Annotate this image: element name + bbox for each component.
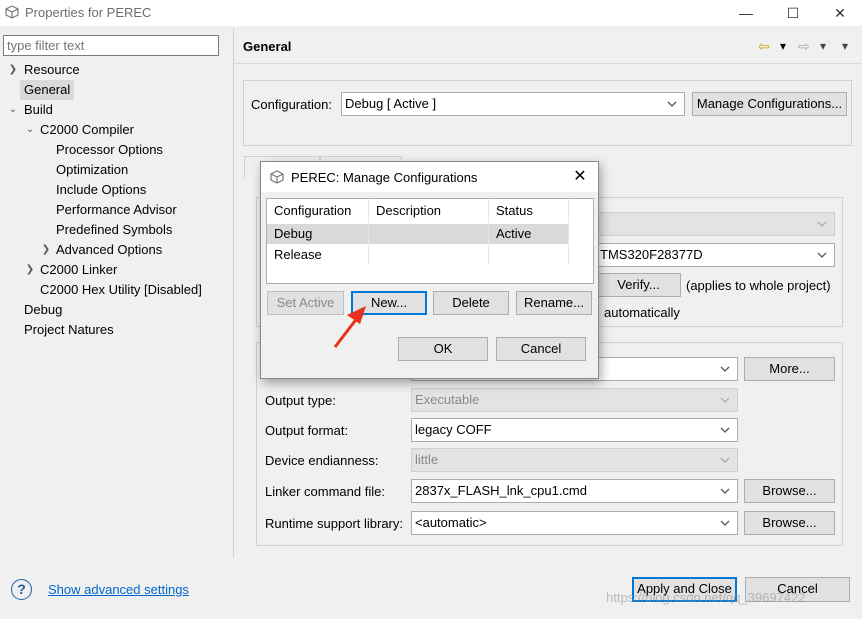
forward-arrow-icon[interactable]: ⇨ (798, 38, 810, 54)
set-active-button[interactable]: Set Active (267, 291, 344, 315)
minimize-button[interactable]: — (726, 2, 766, 24)
forward-dropdown-icon[interactable]: ▾ (820, 38, 826, 54)
table-row[interactable]: Debug Active (267, 224, 569, 244)
output-type-value: Executable (415, 392, 480, 407)
chevron-down-icon (720, 520, 730, 526)
chevron-right-icon[interactable]: ❯ (8, 60, 18, 80)
maximize-button[interactable]: ☐ (773, 2, 813, 24)
chevron-down-icon (720, 488, 730, 494)
tree-item-build[interactable]: Build (24, 100, 53, 120)
configuration-value: Debug [ Active ] (345, 96, 437, 111)
window-title: Properties for PEREC (25, 5, 152, 20)
verify-button[interactable]: Verify... (596, 273, 681, 297)
dialog-title: PEREC: Manage Configurations (291, 170, 478, 185)
chevron-down-icon[interactable]: ⌄ (8, 100, 18, 120)
chevron-right-icon[interactable]: ❯ (41, 240, 51, 260)
more-button[interactable]: More... (744, 357, 835, 381)
tree-item-general[interactable]: General (20, 80, 75, 100)
chevron-right-icon[interactable]: ❯ (25, 260, 35, 280)
configuration-select[interactable]: Debug [ Active ] (341, 92, 685, 116)
tree-item-advanced-options[interactable]: Advanced Options (56, 240, 162, 260)
tree-item-c2000-compiler[interactable]: C2000 Compiler (40, 120, 134, 140)
row-configuration: Debug (267, 224, 369, 244)
rename-configuration-button[interactable]: Rename... (516, 291, 592, 315)
linker-command-file-label: Linker command file: (265, 484, 385, 499)
output-format-label: Output format: (265, 423, 349, 438)
dialog-close-button[interactable]: ✕ (570, 167, 590, 187)
device-family-select (596, 212, 835, 236)
close-button[interactable]: ✕ (820, 2, 860, 24)
row-description (369, 224, 489, 244)
back-arrow-icon[interactable]: ⇦ (758, 38, 770, 54)
window-titlebar: Properties for PEREC — ☐ ✕ (0, 0, 862, 26)
app-cube-icon (5, 5, 19, 19)
sash-divider[interactable] (233, 28, 234, 558)
chevron-down-icon (817, 221, 827, 227)
watermark: https://blog.csdn.net/qq_39697422 (606, 590, 806, 605)
row-configuration: Release (267, 245, 369, 265)
tree-item-processor-options[interactable]: Processor Options (56, 140, 163, 160)
row-description (369, 245, 489, 265)
output-format-value: legacy COFF (415, 422, 492, 437)
linker-command-file-value: 2837x_FLASH_lnk_cpu1.cmd (415, 483, 587, 498)
tree-item-resource[interactable]: Resource (24, 60, 80, 80)
applies-note: (applies to whole project) (686, 278, 831, 293)
help-icon[interactable]: ? (11, 579, 32, 600)
show-advanced-settings-link[interactable]: Show advanced settings (48, 582, 189, 597)
tree-item-performance-advisor[interactable]: Performance Advisor (56, 200, 177, 220)
device-variant-select[interactable]: TMS320F28377D (596, 243, 835, 267)
delete-configuration-button[interactable]: Delete (433, 291, 509, 315)
runtime-support-library-select[interactable]: <automatic> (411, 511, 738, 535)
dialog-cancel-button[interactable]: Cancel (496, 337, 586, 361)
dialog-ok-button[interactable]: OK (398, 337, 488, 361)
chevron-down-icon[interactable]: ⌄ (25, 120, 35, 140)
device-variant-value: TMS320F28377D (600, 247, 703, 262)
chevron-down-icon (720, 397, 730, 403)
chevron-down-icon (667, 101, 677, 107)
configurations-table[interactable]: Configuration Description Status Debug A… (266, 198, 594, 284)
tree-item-predefined-symbols[interactable]: Predefined Symbols (56, 220, 172, 240)
device-endianness-value: little (415, 452, 439, 467)
runtime-support-library-label: Runtime support library: (265, 516, 403, 531)
output-type-select: Executable (411, 388, 738, 412)
dialog-titlebar: PEREC: Manage Configurations ✕ (261, 162, 598, 192)
chevron-down-icon (720, 366, 730, 372)
tree-item-include-options[interactable]: Include Options (56, 180, 146, 200)
tree-item-optimization[interactable]: Optimization (56, 160, 128, 180)
column-header-configuration[interactable]: Configuration (267, 199, 369, 223)
runtime-support-library-value: <automatic> (415, 515, 487, 530)
page-title: General (243, 39, 292, 54)
page-header: General ⇦ ▾ ⇨ ▾ ▾ (234, 28, 862, 64)
row-status: Active (489, 224, 569, 244)
browse-runtime-button[interactable]: Browse... (744, 511, 835, 535)
chevron-down-icon (817, 252, 827, 258)
device-endianness-select: little (411, 448, 738, 472)
manage-configurations-button[interactable]: Manage Configurations... (692, 92, 847, 116)
back-dropdown-icon[interactable]: ▾ (780, 38, 786, 54)
automatically-label: automatically (604, 305, 680, 320)
tree-item-c2000-linker[interactable]: C2000 Linker (40, 260, 117, 280)
filter-input[interactable] (3, 35, 219, 56)
view-menu-icon[interactable]: ▾ (842, 38, 848, 54)
browse-linker-button[interactable]: Browse... (744, 479, 835, 503)
chevron-down-icon (720, 427, 730, 433)
column-header-description[interactable]: Description (369, 199, 489, 223)
linker-command-file-select[interactable]: 2837x_FLASH_lnk_cpu1.cmd (411, 479, 738, 503)
row-status (489, 245, 569, 265)
app-cube-icon (270, 170, 284, 184)
output-type-label: Output type: (265, 393, 336, 408)
status-bar (0, 607, 862, 619)
tree-item-c2000-hex-utility[interactable]: C2000 Hex Utility [Disabled] (40, 280, 202, 300)
column-header-status[interactable]: Status (489, 199, 569, 223)
device-endianness-label: Device endianness: (265, 453, 379, 468)
tree-item-debug[interactable]: Debug (24, 300, 62, 320)
tree-item-project-natures[interactable]: Project Natures (24, 320, 114, 340)
new-configuration-button[interactable]: New... (351, 291, 427, 315)
output-format-select[interactable]: legacy COFF (411, 418, 738, 442)
table-row[interactable]: Release (267, 245, 569, 265)
configuration-label: Configuration: (251, 97, 332, 112)
manage-configurations-dialog: PEREC: Manage Configurations ✕ Configura… (260, 161, 599, 379)
chevron-down-icon (720, 457, 730, 463)
